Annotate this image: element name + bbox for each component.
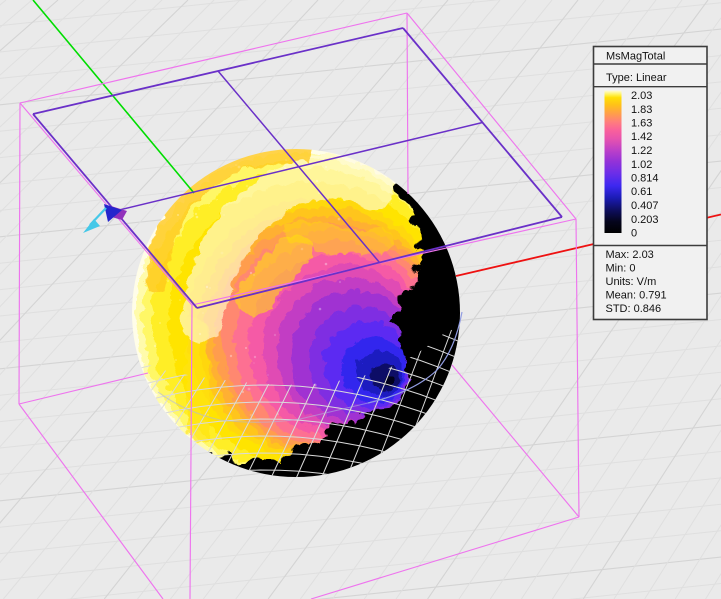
svg-text:MsMagTotal: MsMagTotal — [606, 51, 665, 63]
svg-text:0.203: 0.203 — [631, 214, 659, 226]
svg-text:1.63: 1.63 — [631, 118, 652, 130]
svg-text:Units: V/m: Units: V/m — [606, 276, 657, 288]
svg-text:1.02: 1.02 — [631, 159, 652, 171]
svg-text:STD: 0.846: STD: 0.846 — [606, 303, 662, 315]
svg-text:Min: 0: Min: 0 — [606, 263, 636, 275]
svg-text:2.03: 2.03 — [631, 90, 652, 102]
svg-text:0.61: 0.61 — [631, 186, 652, 198]
svg-text:1.42: 1.42 — [631, 131, 652, 143]
svg-text:1.22: 1.22 — [631, 145, 652, 157]
svg-text:0: 0 — [631, 228, 637, 240]
svg-text:0.814: 0.814 — [631, 173, 659, 185]
svg-text:1.83: 1.83 — [631, 104, 652, 116]
svg-text:0.407: 0.407 — [631, 200, 659, 212]
svg-text:Mean: 0.791: Mean: 0.791 — [606, 289, 667, 301]
svg-text:Max: 2.03: Max: 2.03 — [606, 249, 654, 261]
svg-text:Type: Linear: Type: Linear — [606, 72, 667, 84]
